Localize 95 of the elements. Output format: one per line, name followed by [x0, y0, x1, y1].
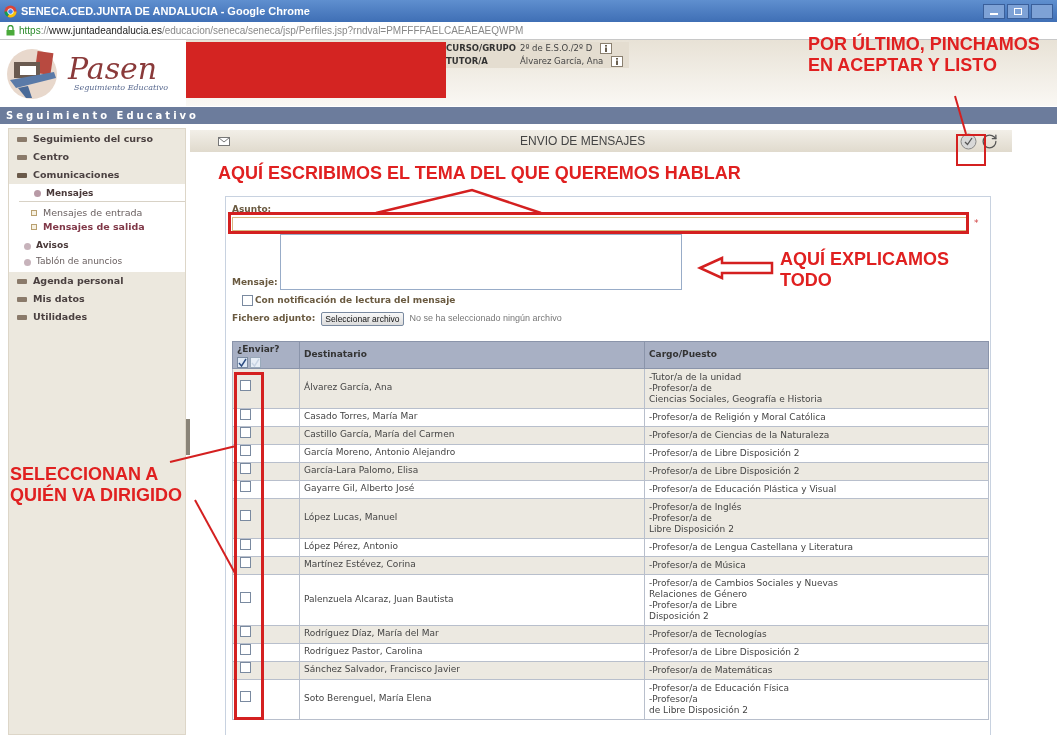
table-cell: -Profesor/a de Educación Plástica y Visual	[644, 480, 989, 498]
checkbox[interactable]	[240, 409, 251, 421]
sidebar-item[interactable]: Seguimiento del curso	[33, 131, 153, 147]
envelope-icon	[218, 136, 230, 146]
checkbox[interactable]	[242, 294, 253, 306]
sidebar-item[interactable]: Mis datos	[33, 291, 85, 307]
table-cell: -Profesor/a de Libre Disposición 2	[644, 462, 989, 480]
checkbox[interactable]	[240, 591, 251, 603]
table-cell: -Profesor/a de Libre Disposición 2	[644, 444, 989, 462]
table-cell: -Profesor/a de Lengua Castellana y Literatura	[644, 538, 989, 556]
checkbox[interactable]	[240, 557, 251, 569]
table-cell: -Profesor/a de Matemáticas	[644, 661, 989, 679]
checkbox[interactable]	[240, 481, 251, 493]
leader-line	[954, 95, 967, 135]
table-cell: Álvarez García, Ana	[299, 368, 645, 408]
table-cell: -Profesor/a de Tecnologías	[644, 625, 989, 643]
table-cell: García Moreno, Antonio Alejandro	[299, 444, 645, 462]
info-value: Álvarez García, Ana	[520, 55, 604, 68]
maximize-button[interactable]	[1007, 3, 1029, 19]
sidebar-item[interactable]: Avisos	[36, 239, 69, 253]
field-label: Mensaje:	[232, 276, 278, 289]
file-status: No se ha seleccionado ningún archivo	[409, 312, 562, 326]
column-header: Cargo/Puesto	[644, 341, 989, 368]
sidebar-subitem[interactable]: Mensajes de entrada	[43, 205, 143, 221]
table-cell: Sánchez Salvador, Francisco Javier	[299, 661, 645, 679]
table-cell: Martínez Estévez, Corina	[299, 556, 645, 574]
lock-icon	[6, 25, 15, 36]
table-cell: López Lucas, Manuel	[299, 498, 645, 538]
address-bar[interactable]: https://www.juntadeandalucia.es/educacion/seneca/seneca/jsp/Perfiles.jsp?rndval=PMFFFFAELCAEAEAEQWPM	[19, 23, 524, 38]
sidebar-item[interactable]: Mensajes	[46, 186, 94, 201]
table-cell: Rodríguez Díaz, María del Mar	[299, 625, 645, 643]
info-label: CURSO/GRUPO	[446, 42, 518, 55]
annotation-text: AQUÍ ESCRIBIMOS EL TEMA DEL QUE QUEREMOS HABLAR	[218, 163, 741, 184]
checkbox[interactable]	[240, 427, 251, 439]
checkbox[interactable]	[240, 539, 251, 551]
browser-logo-icon	[4, 4, 17, 18]
table-cell: Soto Berenguel, María Elena	[299, 679, 645, 719]
highlight-frame	[956, 134, 986, 166]
select-all-icon[interactable]	[237, 356, 248, 368]
checkbox[interactable]	[240, 691, 251, 703]
sidebar-item[interactable]: Comunicaciones	[33, 167, 120, 183]
table-cell: -Profesor/a de Inglés -Profesor/a de Libre Disposición 2	[644, 498, 989, 538]
sidebar-item[interactable]: Utilidades	[33, 309, 88, 325]
sidebar-item[interactable]: Centro	[33, 149, 69, 165]
table-cell: García-Lara Palomo, Elisa	[299, 462, 645, 480]
table-cell: -Profesor/a de Religión y Moral Católica	[644, 408, 989, 426]
checkbox-label: Con notificación de lectura del mensaje	[255, 293, 456, 307]
info-icon[interactable]	[611, 56, 624, 67]
annotation-text: POR ÚLTIMO, PINCHAMOS EN ACEPTAR Y LISTO	[808, 34, 1040, 76]
checkbox[interactable]	[240, 626, 251, 638]
info-value: 2º de E.S.O./2º D	[520, 42, 593, 55]
message-field[interactable]	[279, 233, 682, 290]
table-cell: -Tutor/a de la unidad -Profesor/a de Ciencias Sociales, Geografía e Historia	[644, 368, 989, 408]
leader-line	[169, 445, 237, 463]
panel-title: ENVIO DE MENSAJES	[520, 133, 646, 150]
checkbox[interactable]	[240, 463, 251, 475]
table-cell: Casado Torres, María Mar	[299, 408, 645, 426]
minimize-button[interactable]	[983, 3, 1005, 19]
table-cell: Rodríguez Pastor, Carolina	[299, 643, 645, 661]
logo-subtitle: Seguimiento Educativo	[74, 84, 169, 92]
table-cell: Palenzuela Alcaraz, Juan Bautista	[299, 574, 645, 625]
checkbox[interactable]	[240, 510, 251, 522]
sidebar-subitem[interactable]: Mensajes de salida	[43, 219, 145, 235]
annotation-text: SELECCIONAN A QUIÉN VA DIRIGIDO	[10, 464, 182, 506]
square-bullet-icon	[31, 210, 37, 216]
info-icon[interactable]	[600, 43, 613, 54]
required-mark: *	[974, 216, 979, 230]
window-title: SENECA.CED.JUNTA DE ANDALUCIA - Google Chrome	[21, 3, 310, 19]
table-cell: Gayarre Gil, Alberto José	[299, 480, 645, 498]
info-label: TUTOR/A	[446, 55, 489, 68]
table-cell: -Profesor/a de Música	[644, 556, 989, 574]
checkbox[interactable]	[240, 662, 251, 674]
sidebar-item[interactable]: Tablón de anuncios	[36, 255, 123, 269]
section-banner: Seguimiento Educativo	[0, 107, 1057, 124]
annotation-text: AQUÍ EXPLICAMOS TODO	[780, 249, 949, 291]
accept-icon[interactable]	[960, 132, 977, 150]
table-cell: -Profesor/a de Educación Física -Profesor/a de Libre Disposición 2	[644, 679, 989, 719]
table-cell: -Profesor/a de Ciencias de la Naturaleza	[644, 426, 989, 444]
logo-text: Pasen	[68, 54, 158, 84]
splitter-handle[interactable]	[186, 419, 190, 455]
table-cell: Castillo García, María del Carmen	[299, 426, 645, 444]
table-cell: -Profesor/a de Cambios Sociales y Nuevas Relaciones de Género -Profesor/a de Libre Disposición 2	[644, 574, 989, 625]
field-label: Asunto:	[232, 203, 273, 216]
checkbox[interactable]	[240, 644, 251, 656]
checkbox[interactable]	[240, 380, 251, 392]
choose-file-button[interactable]: Seleccionar archivo	[321, 312, 404, 326]
table-cell: López Pérez, Antonio	[299, 538, 645, 556]
column-header: ¿Enviar?	[232, 341, 300, 368]
table-cell: -Profesor/a de Libre Disposición 2	[644, 643, 989, 661]
square-bullet-icon	[31, 224, 37, 230]
field-label: Fichero adjunto:	[232, 312, 316, 326]
refresh-icon[interactable]	[981, 132, 998, 150]
sidebar-item[interactable]: Agenda personal	[33, 273, 124, 289]
checkbox[interactable]	[240, 445, 251, 457]
column-header: Destinatario	[299, 341, 645, 368]
